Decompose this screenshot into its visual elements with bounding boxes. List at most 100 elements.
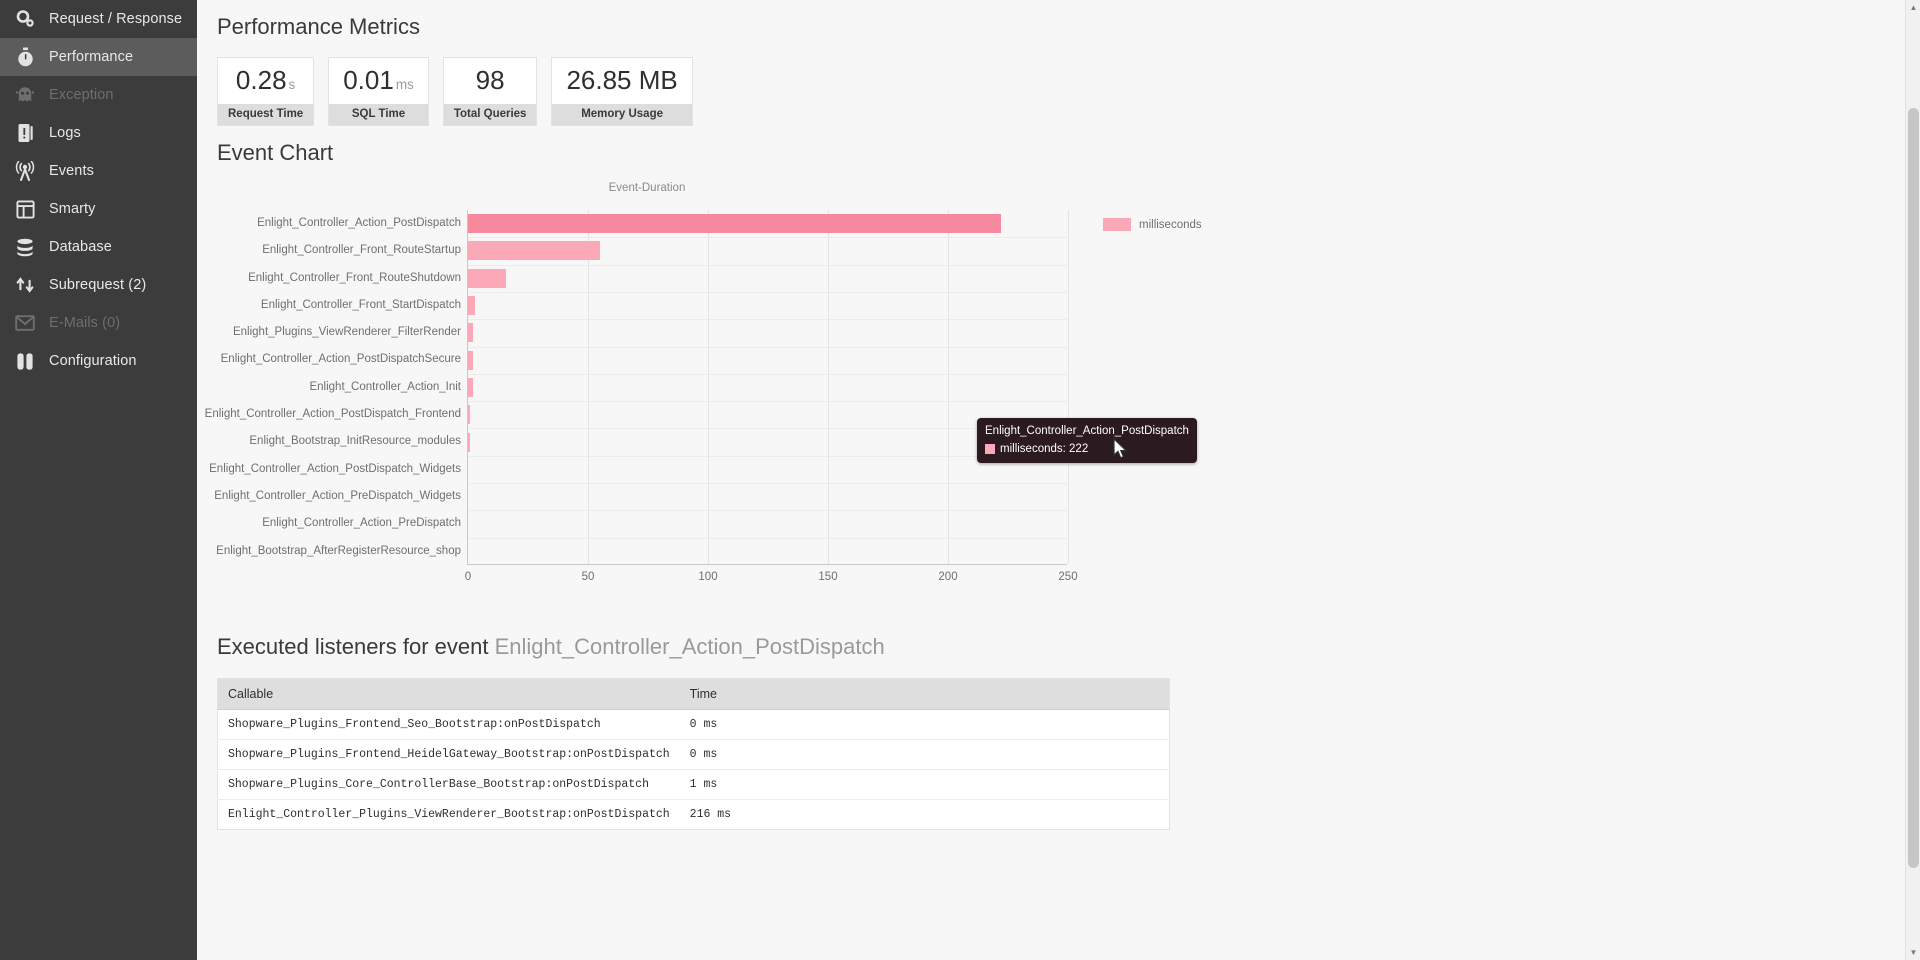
chart-bar[interactable]: [468, 241, 600, 261]
sidebar-item-logs[interactable]: Logs: [0, 114, 197, 152]
sidebar-item-performance[interactable]: Performance: [0, 38, 197, 76]
tooltip-title: Enlight_Controller_Action_PostDispatch: [985, 425, 1189, 437]
chart-bar-row[interactable]: Enlight_Controller_Action_PostDispatchSe…: [221, 347, 1068, 374]
metric-card-total-queries: 98 Total Queries: [442, 57, 538, 126]
chart-ytick-label: Enlight_Controller_Action_PostDispatch_W…: [209, 462, 461, 475]
chart-ytick-label: Enlight_Controller_Action_PostDispatch_F…: [204, 408, 461, 421]
listeners-title: Executed listeners for event Enlight_Con…: [217, 634, 1920, 660]
sidebar-item-database[interactable]: Database: [0, 228, 197, 266]
sidebar-item-label: Subrequest (2): [49, 277, 147, 293]
chart-xtick: 50: [581, 571, 595, 583]
sidebar-item-smarty[interactable]: Smarty: [0, 190, 197, 228]
sidebar-item-configuration[interactable]: Configuration: [0, 342, 197, 380]
chart-bar[interactable]: [468, 405, 471, 425]
tooltip-swatch-icon: [985, 444, 995, 454]
ghost-icon: [10, 84, 40, 106]
metric-value: 0.01: [343, 65, 394, 95]
gears-icon: [10, 8, 40, 30]
subrequest-icon: [10, 274, 40, 296]
chart-bar[interactable]: [468, 296, 476, 316]
column-header-callable: Callable: [217, 678, 680, 711]
table-row: Shopware_Plugins_Frontend_HeidelGateway_…: [217, 739, 1170, 771]
chart-bar-row[interactable]: Enlight_Bootstrap_AfterRegisterResource_…: [216, 538, 1068, 565]
chart-bar[interactable]: [468, 214, 1001, 234]
sidebar-item-label: E-Mails (0): [49, 315, 121, 331]
chart-bar-row[interactable]: Enlight_Plugins_ViewRenderer_FilterRende…: [233, 319, 1068, 346]
scrollbar-thumb[interactable]: [1908, 108, 1919, 868]
table-row: Shopware_Plugins_Frontend_Seo_Bootstrap:…: [217, 709, 1170, 741]
listeners-title-prefix: Executed listeners for event: [217, 634, 489, 659]
chart-bar-row[interactable]: Enlight_Controller_Front_StartDispatch: [261, 292, 1068, 319]
metric-card-memory-usage: 26.85 MB Memory Usage: [551, 57, 693, 126]
metric-card-sql-time: 0.01 ms SQL Time: [328, 57, 429, 126]
chart-ytick-label: Enlight_Controller_Action_PreDispatch: [262, 517, 461, 530]
column-header-time: Time: [679, 678, 1170, 711]
chart-ytick-label: Enlight_Bootstrap_InitResource_modules: [249, 435, 461, 448]
chart-bar-row[interactable]: Enlight_Controller_Action_PreDispatch: [262, 510, 1068, 537]
table-header-row: Callable Time: [217, 678, 1170, 711]
sidebar-item-label: Smarty: [49, 201, 96, 217]
layout-icon: [10, 198, 40, 220]
chart-bar[interactable]: [468, 350, 473, 370]
cell-callable: Shopware_Plugins_Frontend_Seo_Bootstrap:…: [217, 709, 680, 741]
chart-tooltip: Enlight_Controller_Action_PostDispatch m…: [977, 418, 1197, 464]
tooltip-value-row: milliseconds: 222: [985, 441, 1189, 458]
metric-value-wrap: 98: [444, 58, 537, 104]
chart-plot-area: 0 50 100 150 200 250 Enlight_Controller_Action…: [205, 210, 1078, 583]
database-icon: [10, 236, 40, 258]
metric-value: 0.28: [235, 65, 287, 95]
chart-ytick-label: Enlight_Controller_Action_Init: [309, 380, 461, 393]
chart-ytick-label: Enlight_Controller_Action_PreDispatch_Wi…: [214, 489, 461, 502]
chart-ytick-label: Enlight_Controller_Action_PostDispatchSe…: [220, 353, 461, 366]
scroll-down-arrow-icon[interactable]: ▼: [1906, 945, 1920, 960]
chart-bar[interactable]: [468, 432, 471, 452]
page-scrollbar[interactable]: ▲ ▼: [1905, 0, 1920, 960]
cell-time: 1 ms: [679, 769, 1170, 801]
chart-caption: Event-Duration: [608, 182, 686, 194]
cell-callable: Shopware_Plugins_Frontend_HeidelGateway_…: [217, 739, 680, 771]
sidebar-item-label: Configuration: [49, 353, 137, 369]
table-row: Enlight_Controller_Plugins_ViewRenderer_…: [218, 800, 1170, 830]
log-alert-icon: [10, 122, 40, 144]
sidebar-item-request-response[interactable]: Request / Response: [0, 0, 197, 38]
chart-bar-row[interactable]: Enlight_Controller_Action_PreDispatch_Wi…: [214, 483, 1068, 510]
sidebar-item-subrequest-2[interactable]: Subrequest (2): [0, 266, 197, 304]
chart-legend[interactable]: milliseconds: [1103, 218, 1202, 231]
metric-value: 98: [475, 65, 505, 95]
event-chart: Event-Duration 0 50 100 150 200 250 Enlight_Co…: [205, 182, 1397, 612]
page-title: Performance Metrics: [217, 14, 420, 39]
broadcast-icon: [10, 160, 40, 182]
tooltip-value: milliseconds: 222: [1000, 442, 1089, 455]
metric-value-wrap: 0.01 ms: [329, 58, 428, 104]
listeners-event-name: Enlight_Controller_Action_PostDispatch: [494, 634, 885, 659]
chart-ytick-label: Enlight_Plugins_ViewRenderer_FilterRende…: [232, 326, 461, 339]
metric-unit: ms: [395, 77, 414, 92]
chart-ytick-label: Enlight_Controller_Action_PostDispatch: [257, 216, 461, 229]
metric-unit: s: [288, 77, 296, 92]
event-chart-title: Event Chart: [217, 140, 334, 165]
legend-label-milliseconds: milliseconds: [1139, 218, 1202, 231]
cell-time: 216 ms: [689, 808, 732, 822]
sidebar-item-events[interactable]: Events: [0, 152, 197, 190]
cell-callable: Enlight_Controller_Plugins_ViewRenderer_…: [228, 808, 670, 822]
chart-ytick-label: Enlight_Controller_Front_RouteStartup: [262, 244, 461, 257]
chart-bar-row[interactable]: Enlight_Controller_Action_Init: [309, 374, 1068, 401]
sidebar: Request / Response Performance Exception Lo…: [0, 0, 197, 960]
chart-bar[interactable]: [468, 377, 473, 397]
envelope-icon: [10, 312, 40, 334]
metric-caption: Total Queries: [443, 104, 537, 125]
main-content: Performance Metrics 0.28 s Request Time 0.0…: [197, 0, 1920, 960]
legend-swatch-milliseconds: [1103, 218, 1131, 231]
sidebar-item-label: Request / Response: [49, 11, 183, 27]
chart-xtick: 100: [698, 571, 718, 583]
table-row: Shopware_Plugins_Core_ControllerBase_Boo…: [217, 769, 1170, 801]
metric-caption: SQL Time: [329, 104, 428, 125]
scroll-up-arrow-icon[interactable]: ▲: [1906, 0, 1920, 15]
chart-bar[interactable]: [468, 268, 507, 288]
chart-bar-row[interactable]: Enlight_Controller_Front_RouteShutdown: [248, 265, 1068, 292]
chart-bar-row[interactable]: Enlight_Controller_Front_RouteStartup: [262, 237, 1068, 264]
chart-bar[interactable]: [468, 323, 473, 343]
chart-bar-row[interactable]: Enlight_Controller_Action_PostDispatch: [257, 210, 1068, 237]
sidebar-item-exception: Exception: [0, 76, 197, 114]
cell-time: 0 ms: [679, 739, 1170, 771]
